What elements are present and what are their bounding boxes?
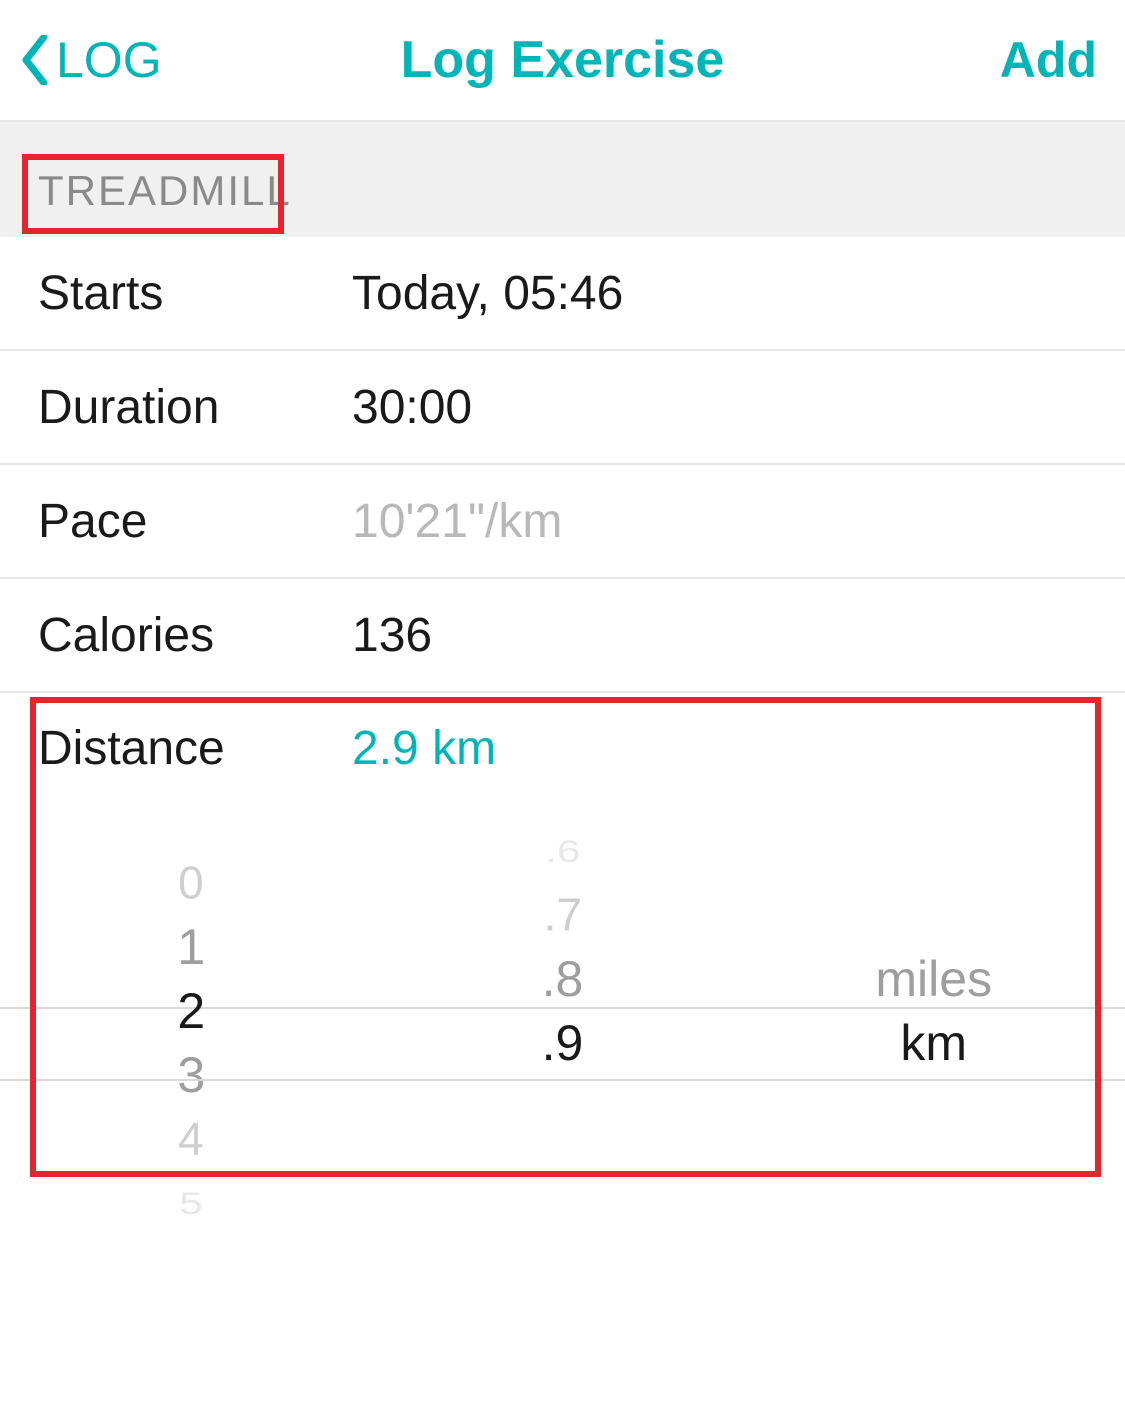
picker-item: miles: [875, 947, 992, 1011]
row-pace-label: Pace: [38, 494, 352, 549]
row-starts-label: Starts: [38, 266, 352, 321]
picker-item: 4: [178, 1110, 204, 1169]
section-header: TREADMILL: [0, 122, 1125, 237]
picker-item-selected: 2: [177, 979, 205, 1043]
chevron-left-icon: [20, 35, 50, 85]
row-duration[interactable]: Duration 30:00: [0, 351, 1125, 465]
picker-item: 3: [177, 1043, 205, 1107]
row-duration-label: Duration: [38, 380, 352, 435]
section-header-label: TREADMILL: [38, 167, 292, 215]
row-pace-value: 10'21"/km: [352, 494, 562, 549]
picker-item: .6: [545, 831, 580, 872]
row-duration-value: 30:00: [352, 380, 472, 435]
row-starts-value: Today, 05:46: [352, 266, 623, 321]
page-title: Log Exercise: [401, 30, 725, 90]
row-calories-value: 136: [352, 608, 432, 663]
picker-item: 0: [178, 854, 204, 913]
picker-item-selected: .9: [542, 1011, 584, 1075]
row-pace[interactable]: Pace 10'21"/km: [0, 465, 1125, 579]
row-distance-label: Distance: [38, 721, 352, 776]
row-calories[interactable]: Calories 136: [0, 579, 1125, 693]
row-distance-value: 2.9 km: [352, 721, 496, 776]
picker-item: .8: [542, 947, 584, 1011]
picker-item-selected: km: [900, 1011, 967, 1075]
distance-picker: 0 1 2 3 4 5 .6 .7 .8 .9 . . . miles km .: [0, 803, 1125, 1283]
row-distance[interactable]: Distance 2.9 km: [0, 693, 1125, 803]
picker-item: .7: [543, 886, 581, 945]
picker-item: 1: [177, 915, 205, 979]
add-button[interactable]: Add: [1000, 31, 1097, 89]
picker-col-fraction[interactable]: .6 .7 .8 .9 . . .: [377, 803, 748, 1283]
header: LOG Log Exercise Add: [0, 0, 1125, 122]
row-calories-label: Calories: [38, 608, 352, 663]
row-starts[interactable]: Starts Today, 05:46: [0, 237, 1125, 351]
picker-col-unit[interactable]: miles km .: [748, 803, 1119, 1283]
back-label: LOG: [56, 31, 162, 89]
picker-item: 5: [179, 1183, 203, 1224]
back-button[interactable]: LOG: [20, 31, 162, 89]
picker-col-whole[interactable]: 0 1 2 3 4 5: [6, 803, 377, 1283]
